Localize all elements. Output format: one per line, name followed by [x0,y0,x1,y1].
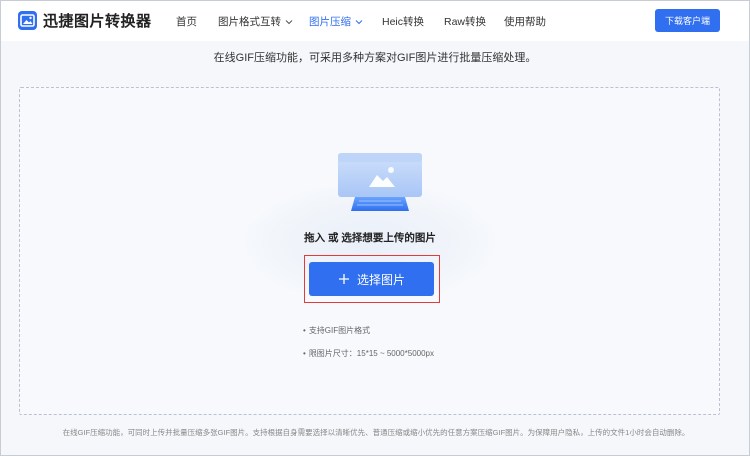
nav-raw-convert[interactable]: Raw转换 [444,14,486,29]
upload-tips: 支持GIF图片格式 限图片尺寸：15*15 ~ 5000*5000px [303,325,434,371]
tip-size-limit: 限图片尺寸：15*15 ~ 5000*5000px [303,348,434,359]
plus-icon [338,274,349,284]
page-subtitle: 在线GIF压缩功能，可采用多种方案对GIF图片进行批量压缩处理。 [213,52,537,64]
tip-format: 支持GIF图片格式 [303,325,434,336]
logo-icon [18,11,37,30]
logo-text: 迅捷图片转换器 [43,13,152,30]
upload-drop-zone[interactable]: 拖入 或 选择想要上传的图片 选择图片 支持GIF图片格式 限图片尺寸：15*1… [19,87,720,415]
nav-format-convert[interactable]: 图片格式互转 [218,14,293,29]
header: 迅捷图片转换器 首页 图片格式互转 图片压缩 Heic转换 Raw转换 使用帮助… [1,1,749,41]
nav-help[interactable]: 使用帮助 [504,14,546,29]
download-client-button[interactable]: 下载客户端 [655,9,720,32]
footer-description: 在线GIF压缩功能，可同时上传并批量压缩多张GIF图片。支持根据自身需要选择以清… [62,428,690,437]
logo[interactable]: 迅捷图片转换器 [18,10,152,31]
nav-home[interactable]: 首页 [176,14,197,29]
image-upload-illustration [338,153,422,211]
select-button-highlight: 选择图片 [304,255,440,303]
select-image-button[interactable]: 选择图片 [309,262,434,296]
chevron-down-icon [355,19,363,24]
nav-heic-convert[interactable]: Heic转换 [382,14,424,29]
chevron-down-icon [285,19,293,24]
drop-instruction: 拖入 或 选择想要上传的图片 [304,232,436,244]
nav-image-compress[interactable]: 图片压缩 [309,14,363,29]
